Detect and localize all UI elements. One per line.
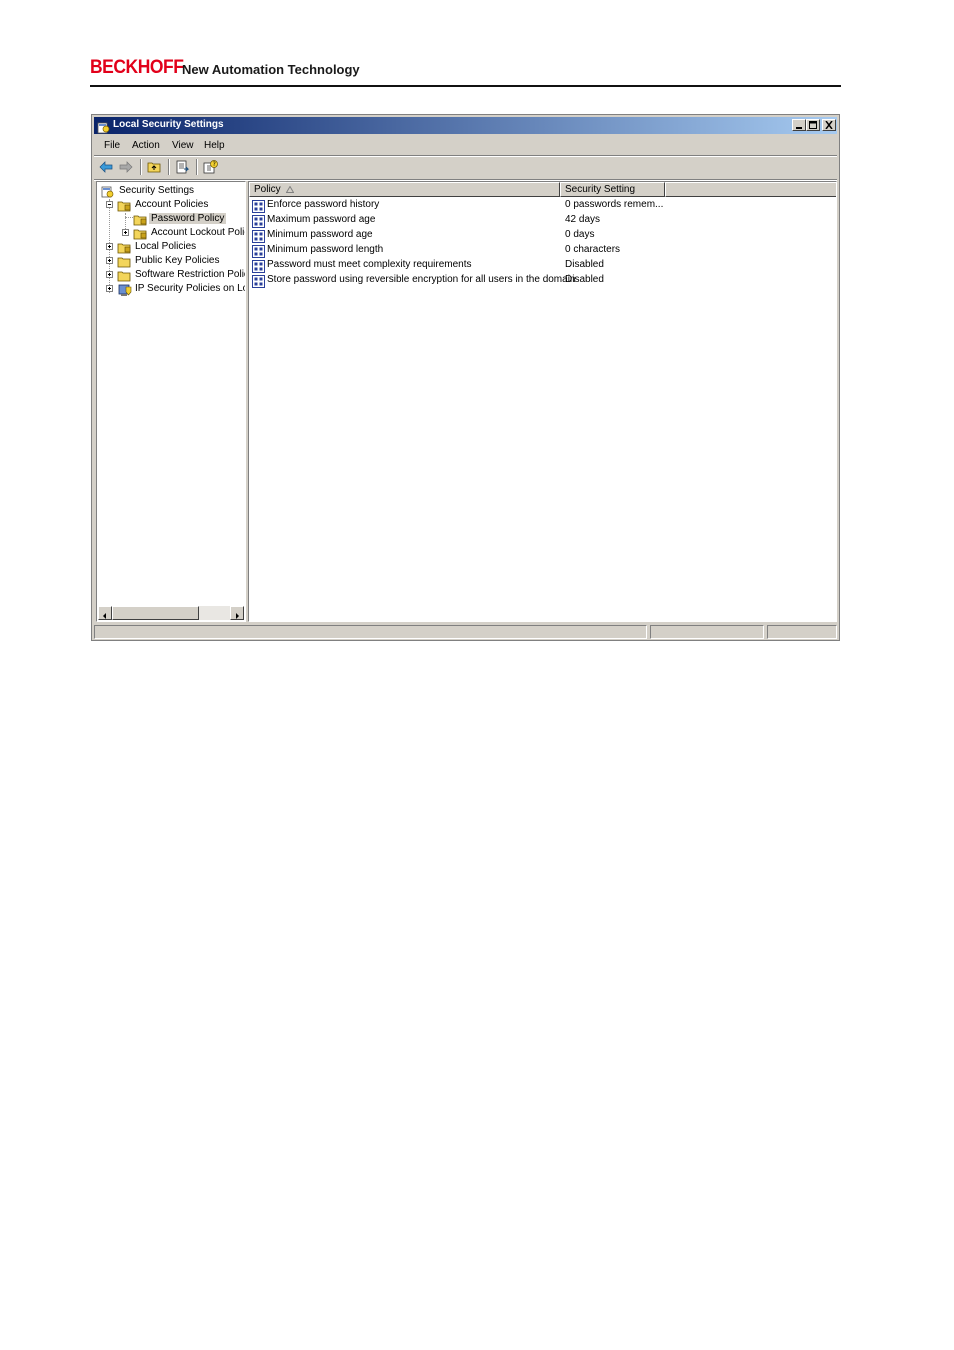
forward-button[interactable]: [118, 159, 136, 176]
locked-folder-icon: [117, 240, 133, 254]
help-button[interactable]: ?: [202, 159, 220, 176]
policy-setting: Disabled: [565, 259, 604, 270]
console-tree[interactable]: Security Settings Account Policies Passw…: [96, 181, 246, 622]
export-list-button[interactable]: [174, 159, 192, 176]
tree-item-label: Account Lockout Policy: [151, 227, 246, 238]
expand-toggle[interactable]: [106, 257, 113, 264]
window-title: Local Security Settings: [113, 119, 224, 130]
table-row[interactable]: Maximum password age 42 days: [252, 213, 832, 228]
policy-setting: 42 days: [565, 214, 601, 225]
sort-ascending-icon: [286, 186, 294, 193]
close-icon: [825, 121, 833, 129]
locked-folder-icon: [133, 226, 149, 240]
menu-action[interactable]: Action: [132, 140, 160, 151]
table-row[interactable]: Minimum password age 0 days: [252, 228, 832, 243]
policy-name: Enforce password history: [267, 199, 380, 210]
back-arrow-icon: [99, 161, 113, 173]
toolbar-divider: [196, 159, 198, 175]
locked-folder-icon: [117, 198, 133, 212]
close-button[interactable]: [822, 119, 836, 131]
ip-security-icon: [117, 282, 133, 296]
local-security-settings-window: Local Security Settings File Action View…: [91, 114, 840, 641]
policy-name: Store password using reversible encrypti…: [267, 274, 576, 285]
column-header-policy[interactable]: Policy: [249, 182, 560, 197]
column-header-filler: [665, 182, 836, 197]
policy-name: Minimum password length: [267, 244, 384, 255]
policy-list[interactable]: Policy Security Setting Enforce password…: [248, 181, 837, 622]
scroll-right-button[interactable]: [230, 606, 244, 620]
maximize-icon: [809, 121, 817, 129]
policy-name: Maximum password age: [267, 214, 376, 225]
maximize-button[interactable]: [806, 119, 820, 131]
expand-toggle[interactable]: [106, 271, 113, 278]
table-row[interactable]: Store password using reversible encrypti…: [252, 273, 832, 288]
policy-setting-icon: [252, 274, 266, 288]
policy-setting-icon: [252, 229, 266, 243]
tree-item-label: Local Policies: [135, 241, 197, 252]
tree-item-label: Security Settings: [119, 185, 195, 196]
header-rule: [90, 85, 841, 87]
folder-icon: [117, 268, 133, 282]
status-bar: [94, 625, 837, 639]
column-header-label: Security Setting: [565, 184, 636, 195]
policy-setting-icon: [252, 199, 266, 213]
locked-folder-icon: [133, 212, 149, 226]
title-bar[interactable]: Local Security Settings: [94, 117, 837, 134]
minimize-icon: [796, 127, 802, 129]
column-header-security-setting[interactable]: Security Setting: [560, 182, 665, 197]
policy-name: Password must meet complexity requiremen…: [267, 259, 472, 270]
minimize-button[interactable]: [792, 119, 806, 131]
tree-item-label: Public Key Policies: [135, 255, 220, 266]
triangle-left-icon: [103, 613, 106, 619]
scroll-thumb[interactable]: [112, 606, 199, 620]
tree-item-label: Software Restriction Policies: [135, 269, 245, 280]
up-folder-icon: [147, 162, 161, 173]
policy-setting-icon: [252, 214, 266, 228]
tree-item-label: Account Policies: [135, 199, 209, 210]
table-row[interactable]: Enforce password history 0 passwords rem…: [252, 198, 832, 213]
menu-help[interactable]: Help: [204, 140, 225, 151]
security-settings-app-icon: [97, 119, 110, 134]
triangle-right-icon: [236, 613, 239, 619]
help-icon: ?: [203, 160, 218, 174]
toolbar-divider: [140, 159, 142, 175]
toolbar: ?: [94, 156, 837, 179]
column-header-label: Policy: [254, 184, 281, 195]
security-settings-icon: [101, 184, 117, 198]
menu-view[interactable]: View: [172, 140, 194, 151]
table-row[interactable]: Minimum password length 0 characters: [252, 243, 832, 258]
tree-horizontal-scrollbar[interactable]: [98, 606, 244, 620]
menu-file[interactable]: File: [104, 140, 120, 151]
back-button[interactable]: [98, 159, 116, 176]
table-row[interactable]: Password must meet complexity requiremen…: [252, 258, 832, 273]
policy-setting-icon: [252, 259, 266, 273]
policy-setting: 0 days: [565, 229, 595, 240]
svg-text:?: ?: [213, 161, 216, 168]
status-cell: [650, 625, 764, 639]
status-cell-main: [94, 625, 647, 639]
policy-setting: 0 passwords remem...: [565, 199, 664, 210]
expand-toggle[interactable]: [106, 285, 113, 292]
brand-tagline: New Automation Technology: [182, 62, 360, 77]
status-cell: [767, 625, 837, 639]
toolbar-divider: [168, 159, 170, 175]
export-list-icon: [176, 160, 190, 174]
policy-name: Minimum password age: [267, 229, 373, 240]
policy-setting: Disabled: [565, 274, 604, 285]
expand-toggle[interactable]: [122, 229, 129, 236]
folder-icon: [117, 254, 133, 268]
collapse-toggle[interactable]: [106, 201, 113, 208]
policy-setting-icon: [252, 244, 266, 258]
scroll-left-button[interactable]: [98, 606, 112, 620]
tree-item-label: Password Policy: [149, 213, 227, 224]
expand-toggle[interactable]: [106, 243, 113, 250]
tree-item-label: IP Security Policies on Local Computer: [135, 283, 245, 294]
forward-arrow-icon: [119, 161, 133, 173]
up-one-level-button[interactable]: [146, 159, 164, 176]
policy-setting: 0 characters: [565, 244, 621, 255]
menu-bar: File Action View Help: [94, 137, 837, 155]
brand-logo: BECKHOFF: [90, 57, 184, 78]
